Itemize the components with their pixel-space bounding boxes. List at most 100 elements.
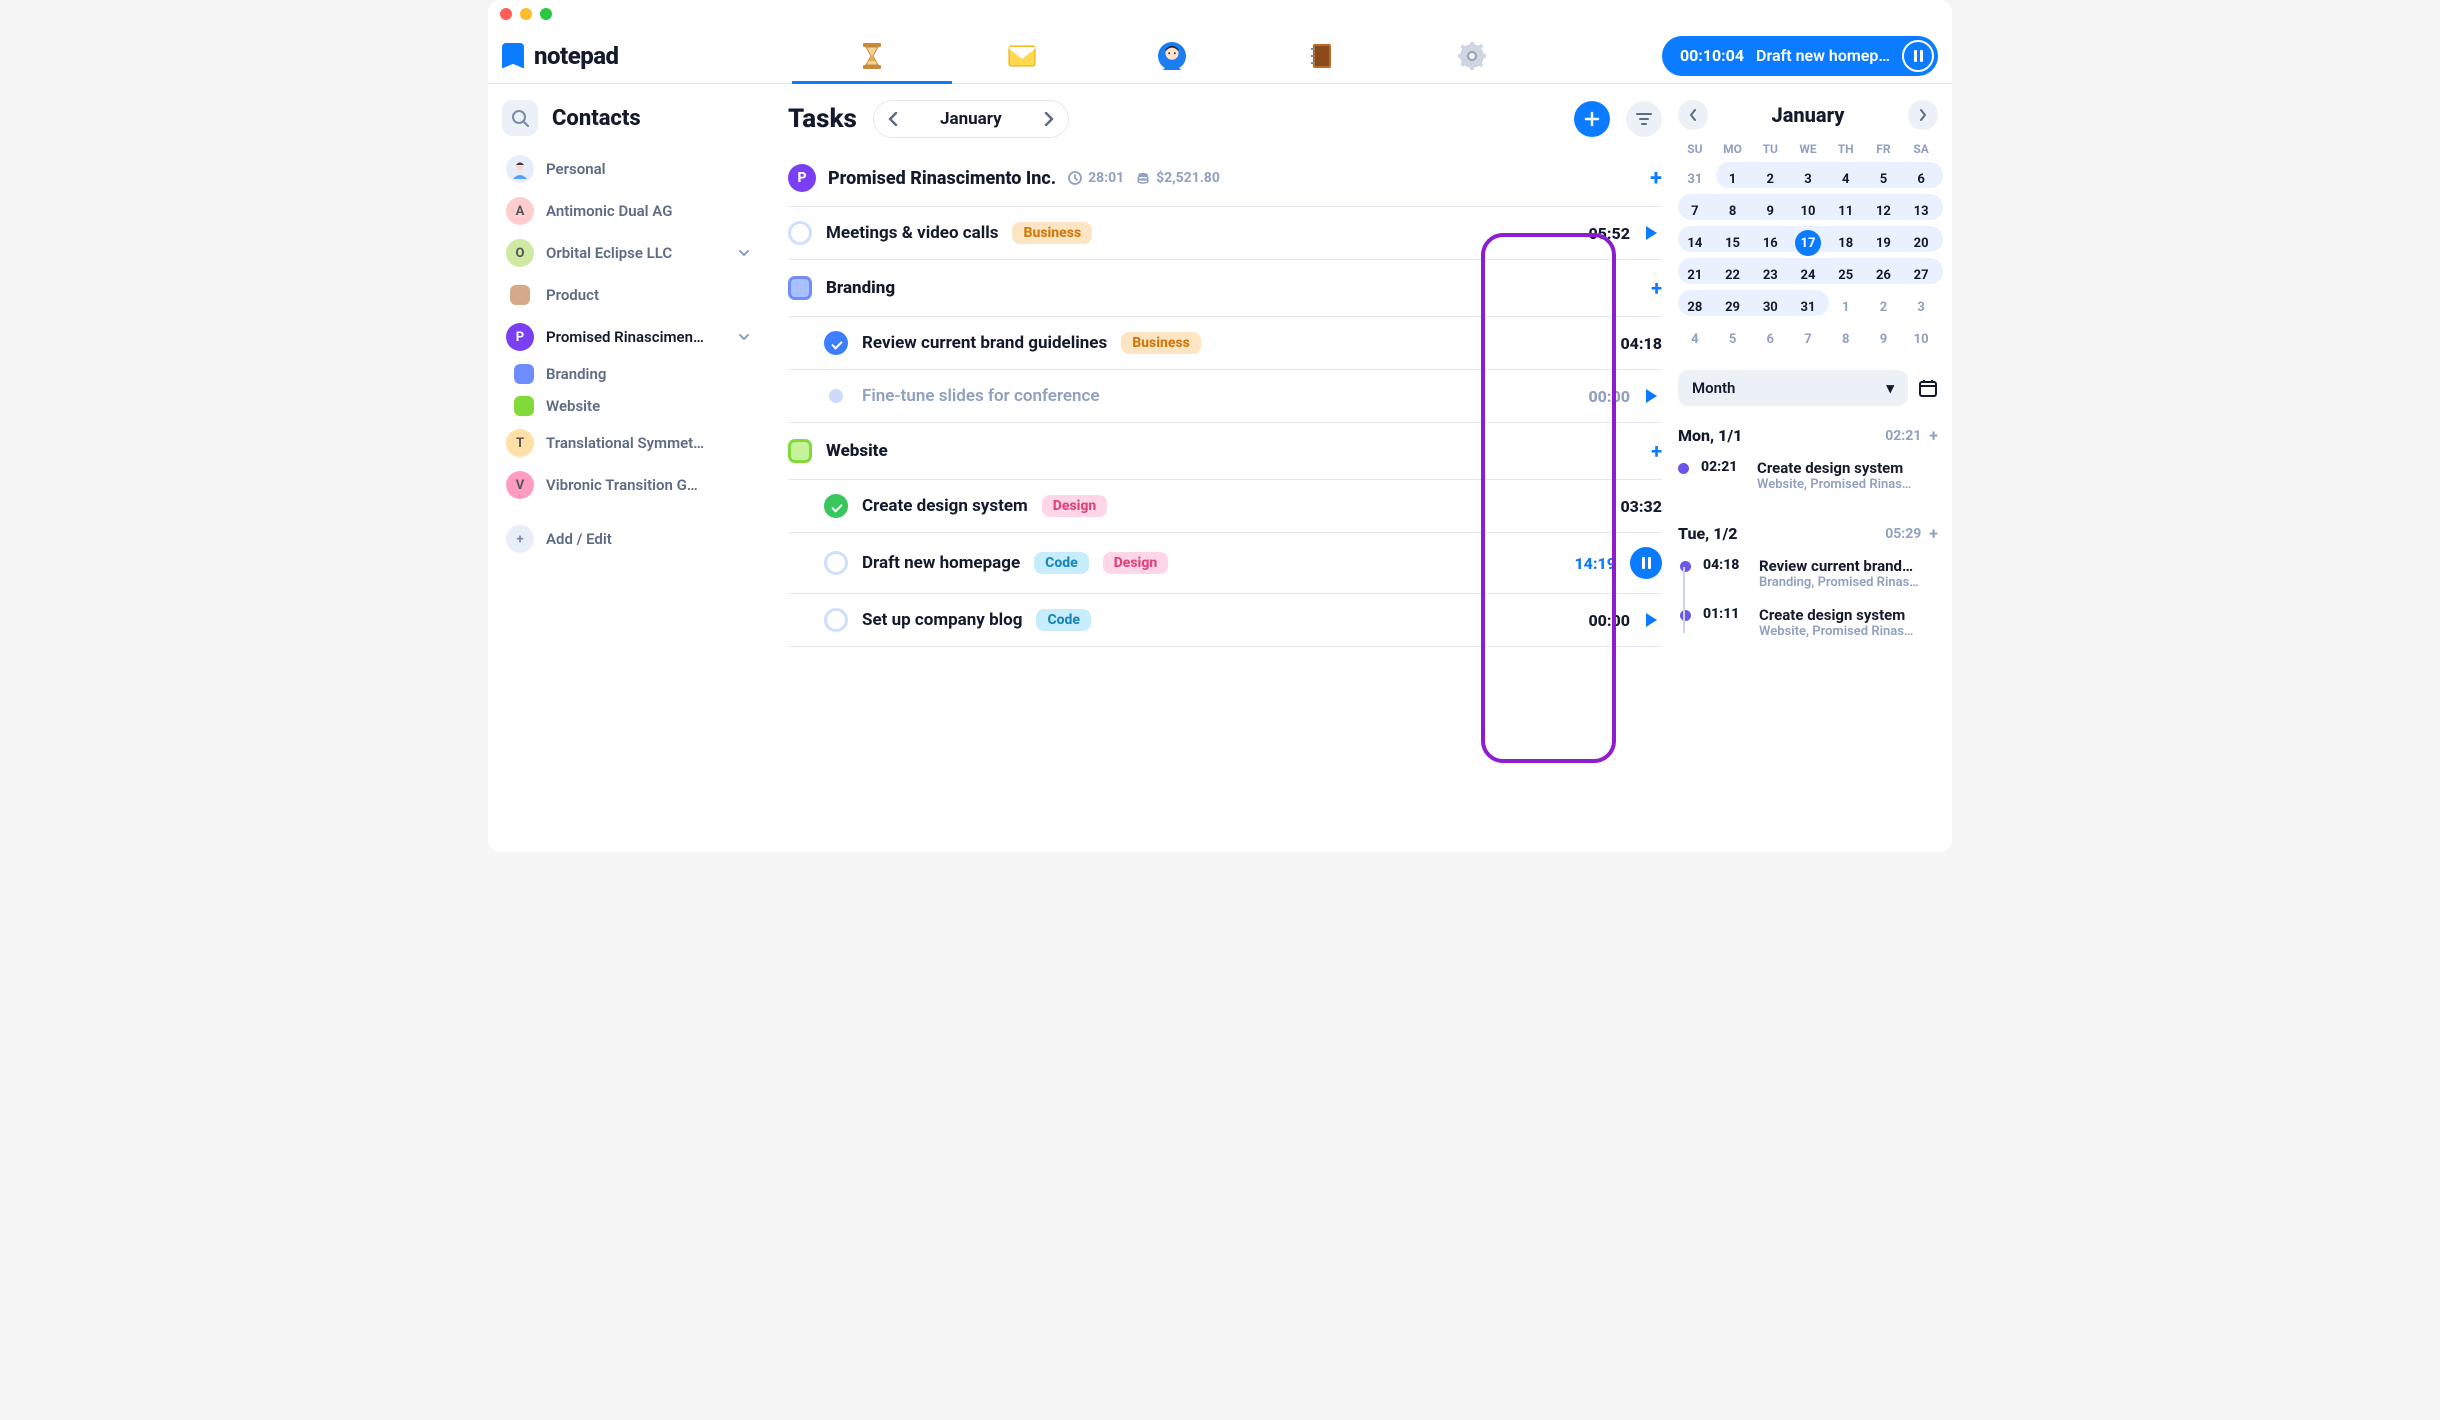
cal-day[interactable]: 16 bbox=[1753, 230, 1787, 256]
sidebar-item[interactable]: Personal bbox=[502, 148, 754, 190]
play-button[interactable] bbox=[1644, 388, 1662, 404]
cal-day[interactable]: 29 bbox=[1716, 294, 1750, 320]
range-dropdown[interactable]: Month ▾ bbox=[1678, 370, 1908, 406]
sidebar-subitem[interactable]: Branding bbox=[502, 358, 754, 390]
maximize-window-button[interactable] bbox=[540, 8, 552, 20]
task-row[interactable]: Create design systemDesign03:32 bbox=[788, 480, 1662, 533]
close-window-button[interactable] bbox=[500, 8, 512, 20]
cal-day[interactable]: 27 bbox=[1904, 262, 1938, 288]
tag-chip[interactable]: Business bbox=[1121, 332, 1201, 354]
add-task-to-group-button[interactable]: + bbox=[1650, 166, 1662, 191]
task-checkbox[interactable] bbox=[824, 608, 848, 632]
tag-chip[interactable]: Design bbox=[1103, 552, 1169, 574]
cal-day[interactable]: 10 bbox=[1904, 326, 1938, 352]
pause-button[interactable] bbox=[1630, 547, 1662, 579]
cal-day[interactable]: 7 bbox=[1791, 326, 1825, 352]
cal-day[interactable]: 13 bbox=[1904, 198, 1938, 224]
cal-day[interactable]: 6 bbox=[1904, 166, 1938, 192]
pause-timer-button[interactable] bbox=[1902, 40, 1934, 72]
cal-day[interactable]: 31 bbox=[1678, 166, 1712, 192]
timeline-entry[interactable]: 01:11 Create design system Website, Prom… bbox=[1680, 602, 1938, 651]
add-task-to-section-button[interactable]: + bbox=[1651, 439, 1662, 463]
cal-day-today[interactable]: 17 bbox=[1795, 230, 1821, 256]
task-row[interactable]: Review current brand guidelinesBusiness0… bbox=[788, 317, 1662, 370]
cal-day[interactable]: 5 bbox=[1716, 326, 1750, 352]
cal-day[interactable]: 10 bbox=[1791, 198, 1825, 224]
add-entry-button[interactable]: + bbox=[1929, 426, 1938, 445]
nav-time[interactable] bbox=[857, 28, 887, 83]
task-row[interactable]: Draft new homepageCode Design14:19 bbox=[788, 533, 1662, 594]
search-button[interactable] bbox=[502, 100, 538, 136]
timeline-entry[interactable]: 04:18 Review current brand… Branding, Pr… bbox=[1680, 553, 1938, 602]
nav-mail[interactable] bbox=[1007, 28, 1037, 83]
cal-day[interactable]: 30 bbox=[1753, 294, 1787, 320]
task-row[interactable]: Fine-tune slides for conference00:00 bbox=[788, 370, 1662, 423]
cal-day[interactable]: 14 bbox=[1678, 230, 1712, 256]
tag-chip[interactable]: Code bbox=[1036, 609, 1091, 631]
task-row[interactable]: Set up company blogCode00:00 bbox=[788, 594, 1662, 647]
cal-day[interactable]: 25 bbox=[1829, 262, 1863, 288]
play-button[interactable] bbox=[1644, 612, 1662, 628]
tag-chip[interactable]: Business bbox=[1012, 222, 1092, 244]
cal-day[interactable]: 9 bbox=[1867, 326, 1901, 352]
cal-day[interactable]: 21 bbox=[1678, 262, 1712, 288]
cal-day[interactable]: 28 bbox=[1678, 294, 1712, 320]
sidebar-item[interactable]: VVibronic Transition G… bbox=[502, 464, 754, 506]
cal-day[interactable]: 8 bbox=[1716, 198, 1750, 224]
cal-day[interactable]: 18 bbox=[1829, 230, 1863, 256]
nav-contacts[interactable] bbox=[1157, 28, 1187, 83]
cal-day[interactable]: 2 bbox=[1867, 294, 1901, 320]
minimize-window-button[interactable] bbox=[520, 8, 532, 20]
nav-notes[interactable] bbox=[1307, 28, 1337, 83]
calendar-button[interactable] bbox=[1918, 378, 1938, 398]
filter-button[interactable] bbox=[1626, 101, 1662, 137]
calendar-grid[interactable]: SUMOTUWETHFRSA31123456789101112131415161… bbox=[1678, 142, 1938, 352]
sidebar-item[interactable]: Product bbox=[502, 274, 754, 316]
app-logo[interactable]: notepad bbox=[502, 42, 682, 70]
play-button[interactable] bbox=[1644, 225, 1662, 241]
sidebar-item[interactable]: AAntimonic Dual AG bbox=[502, 190, 754, 232]
nav-settings[interactable] bbox=[1457, 28, 1487, 83]
task-checkbox[interactable] bbox=[788, 221, 812, 245]
cal-day[interactable]: 5 bbox=[1867, 166, 1901, 192]
next-month-button[interactable] bbox=[1044, 112, 1054, 126]
cal-day[interactable]: 9 bbox=[1753, 198, 1787, 224]
tag-chip[interactable]: Design bbox=[1042, 495, 1108, 517]
cal-day[interactable]: 8 bbox=[1829, 326, 1863, 352]
task-checkbox-done[interactable] bbox=[824, 494, 848, 518]
cal-day[interactable]: 3 bbox=[1904, 294, 1938, 320]
cal-day[interactable]: 4 bbox=[1829, 166, 1863, 192]
cal-day[interactable]: 15 bbox=[1716, 230, 1750, 256]
cal-day[interactable]: 1 bbox=[1716, 166, 1750, 192]
cal-day[interactable]: 12 bbox=[1867, 198, 1901, 224]
sidebar-subitem[interactable]: Website bbox=[502, 390, 754, 422]
cal-day[interactable]: 26 bbox=[1867, 262, 1901, 288]
cal-day[interactable]: 31 bbox=[1791, 294, 1825, 320]
add-entry-button[interactable]: + bbox=[1929, 524, 1938, 543]
sidebar-add-edit[interactable]: + Add / Edit bbox=[502, 518, 754, 560]
cal-day[interactable]: 6 bbox=[1753, 326, 1787, 352]
cal-day[interactable]: 22 bbox=[1716, 262, 1750, 288]
cal-day[interactable]: 3 bbox=[1791, 166, 1825, 192]
task-row[interactable]: Meetings & video callsBusiness05:52 bbox=[788, 207, 1662, 260]
cal-day[interactable]: 20 bbox=[1904, 230, 1938, 256]
task-checkbox[interactable] bbox=[824, 551, 848, 575]
tag-chip[interactable]: Code bbox=[1034, 552, 1089, 574]
sidebar-item[interactable]: OOrbital Eclipse LLC bbox=[502, 232, 754, 274]
cal-day[interactable]: 1 bbox=[1829, 294, 1863, 320]
cal-prev-button[interactable] bbox=[1678, 100, 1708, 130]
cal-day[interactable]: 7 bbox=[1678, 198, 1712, 224]
sidebar-item[interactable]: TTranslational Symmet… bbox=[502, 422, 754, 464]
sidebar-item[interactable]: PPromised Rinascimen… bbox=[502, 316, 754, 358]
add-task-to-section-button[interactable]: + bbox=[1651, 276, 1662, 300]
cal-day[interactable]: 23 bbox=[1753, 262, 1787, 288]
add-task-button[interactable] bbox=[1574, 101, 1610, 137]
cal-day[interactable]: 11 bbox=[1829, 198, 1863, 224]
cal-day[interactable]: 2 bbox=[1753, 166, 1787, 192]
cal-day[interactable]: 24 bbox=[1791, 262, 1825, 288]
cal-next-button[interactable] bbox=[1908, 100, 1938, 130]
cal-day[interactable]: 4 bbox=[1678, 326, 1712, 352]
cal-day[interactable]: 19 bbox=[1867, 230, 1901, 256]
task-checkbox-done[interactable] bbox=[824, 331, 848, 355]
timeline-entry[interactable]: 02:21 Create design system Website, Prom… bbox=[1678, 455, 1938, 504]
